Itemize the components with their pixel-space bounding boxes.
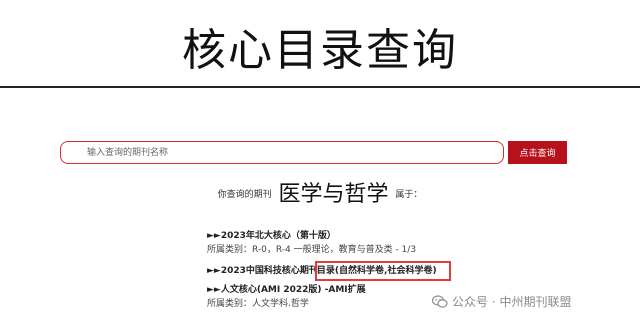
page-title: 核心目录查询 <box>182 25 458 76</box>
search-button[interactable]: 点击查询 <box>508 141 567 164</box>
highlight-box: 目录(自然科学卷,社会科学卷) <box>314 261 451 281</box>
entry-title: ►►人文核心(AMI 2022版) -AMI扩展 <box>207 285 366 295</box>
entry-title: ►►2023年北大核心（第十版） <box>207 231 336 241</box>
catalog-results: ►►2023年北大核心（第十版） 所属类别：R-0，R-4 一般理论，教育与普及… <box>207 229 451 315</box>
query-suffix: 属于： <box>395 190 423 200</box>
wechat-icon <box>432 294 448 308</box>
result-entry-ami: ►►人文核心(AMI 2022版) -AMI扩展 所属类别：人文学科.哲学 <box>207 283 451 311</box>
query-result-line: 你查询的期刊 医学与哲学 属于： <box>0 176 640 208</box>
entry-title-main: ►►2023中国科技核心期刊 <box>207 266 318 276</box>
entry-category: 所属类别：人文学科.哲学 <box>207 299 309 309</box>
result-entry-cstpcd: ►►2023中国科技核心期刊目录(自然科学卷,社会科学卷) <box>207 261 451 283</box>
wechat-watermark: 公众号 · 中州期刊联盟 <box>432 293 571 310</box>
entry-title: ►►2023中国科技核心期刊目录(自然科学卷,社会科学卷) <box>207 261 451 281</box>
header-divider <box>0 86 640 88</box>
entry-category: 所属类别：R-0，R-4 一般理论，教育与普及类 - 1/3 <box>207 245 417 255</box>
journal-name: 医学与哲学 <box>278 182 389 207</box>
query-prefix: 你查询的期刊 <box>217 190 272 200</box>
result-entry-pku: ►►2023年北大核心（第十版） 所属类别：R-0，R-4 一般理论，教育与普及… <box>207 229 451 257</box>
watermark-text: 公众号 · 中州期刊联盟 <box>452 295 572 309</box>
journal-search-input[interactable] <box>60 141 504 164</box>
